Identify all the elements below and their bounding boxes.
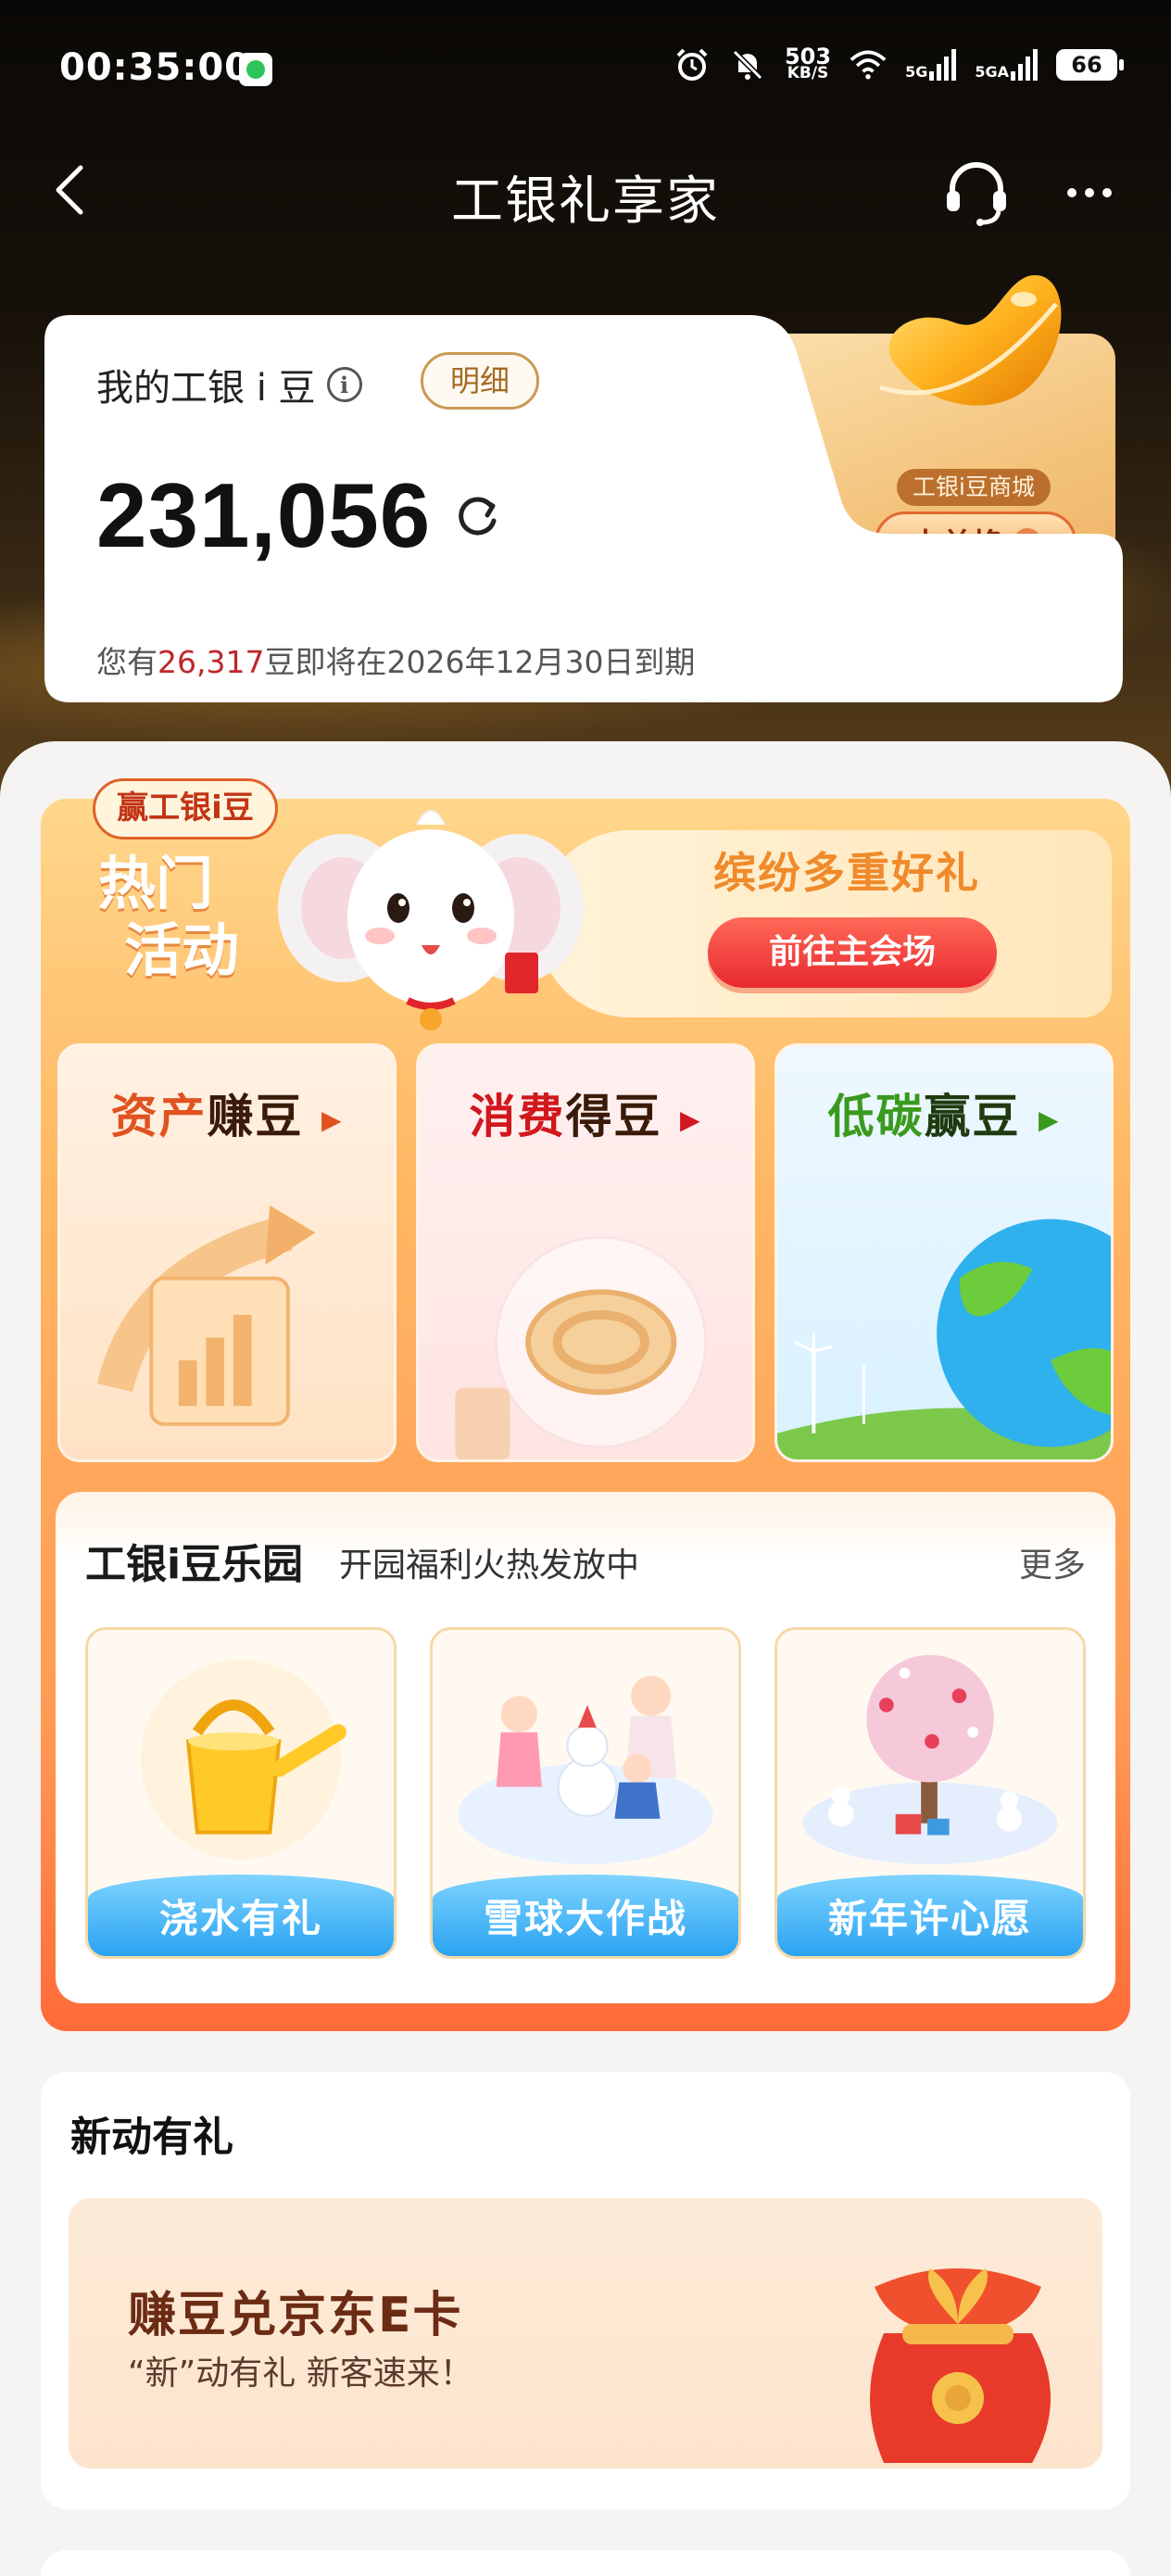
points-detail-button[interactable]: 明细: [421, 352, 539, 410]
elephant-mascot-icon: [278, 810, 584, 1030]
cat-lowcarbon-part2: 赢豆: [924, 1090, 1021, 1143]
lucky-bag-icon: [870, 2268, 1051, 2463]
signal-5ga-icon: 5GA: [975, 49, 1038, 81]
cat-asset-part1: 资产: [110, 1090, 208, 1143]
points-expire-notice: 您有26,317豆即将在2026年12月30日到期: [96, 638, 695, 682]
triangle-right-icon: ▶: [321, 1105, 344, 1135]
cat-asset-part2: 赚豆: [207, 1090, 304, 1143]
wish-tree-icon: [802, 1654, 1058, 1864]
main-venue-button[interactable]: 前往主会场: [708, 917, 997, 988]
app-notification-icon: [239, 53, 272, 86]
game-card-wish[interactable]: 新年许心愿: [774, 1627, 1086, 1959]
expire-suffix: 豆即将在2026年12月30日到期: [264, 644, 696, 680]
info-icon[interactable]: i: [326, 367, 362, 402]
signal-5g-icon: 5G: [905, 49, 957, 81]
earth-icon: [777, 1219, 1111, 1459]
game-label-watering: 浇水有礼: [88, 1875, 394, 1956]
hot-title-line2: 活动: [124, 916, 240, 984]
watering-can-icon: [140, 1659, 346, 1860]
headset-icon: [947, 162, 1006, 226]
status-bar: 00:35:00 503 KB/S 5G 5GA 66: [0, 0, 1171, 139]
cat-consume-part2: 得豆: [565, 1090, 662, 1143]
park-more-link[interactable]: 更多: [1019, 1538, 1086, 1586]
bean-park-section: 工银i豆乐园 开园福利火热发放中 更多 浇水有礼 雪球大作战 新年许心愿: [56, 1492, 1115, 2003]
newbie-section: 新动有礼 赚豆兑京东E卡 “新”动有礼 新客速来！: [41, 2072, 1130, 2509]
hot-event-title: 热门 活动: [98, 851, 239, 984]
points-balance: 231,056: [96, 464, 432, 566]
cat-lowcarbon-part1: 低碳: [827, 1090, 925, 1143]
asset-chart-icon: [96, 1205, 316, 1426]
newbie-banner-subtitle: “新”动有礼 新客速来！: [128, 2355, 473, 2393]
newbie-banner[interactable]: 赚豆兑京东E卡 “新”动有礼 新客速来！: [69, 2198, 1102, 2469]
expire-amount: 26,317: [157, 644, 265, 680]
category-card-consume[interactable]: 消费得豆 ▶: [416, 1043, 755, 1462]
category-card-lowcarbon[interactable]: 低碳赢豆 ▶: [774, 1043, 1114, 1462]
hot-event-badge: 赢工银i豆: [93, 778, 278, 840]
category-title-consume: 消费得豆 ▶: [419, 1080, 752, 1146]
status-time: 00:35:00: [59, 46, 251, 89]
triangle-right-icon: ▶: [679, 1105, 702, 1135]
points-title: 我的工银 i 豆 i: [96, 358, 362, 411]
cat-consume-part1: 消费: [469, 1090, 566, 1143]
customer-service-button[interactable]: [939, 156, 1014, 230]
nav-bar: 工银礼享家: [0, 139, 1171, 241]
game-card-watering[interactable]: 浇水有礼: [85, 1627, 397, 1959]
more-menu-button[interactable]: [1052, 156, 1127, 230]
game-card-snowball[interactable]: 雪球大作战: [430, 1627, 741, 1959]
expire-prefix: 您有: [96, 644, 157, 680]
category-card-asset[interactable]: 资产赚豆 ▶: [57, 1043, 397, 1462]
mute-icon: [729, 46, 766, 83]
alarm-icon: [674, 46, 711, 83]
snowman-kids-icon: [458, 1675, 713, 1864]
next-section-card: [41, 2550, 1130, 2576]
points-card: 我的工银 i 豆 i 明细 231,056 您有26,317豆即将在2026年1…: [44, 315, 1123, 702]
newbie-title: 新动有礼: [70, 2114, 233, 2161]
category-title-asset: 资产赚豆 ▶: [60, 1080, 394, 1146]
battery-icon: 66: [1056, 49, 1124, 81]
game-label-wish: 新年许心愿: [777, 1875, 1083, 1956]
points-title-text: 我的工银 i 豆: [96, 367, 316, 410]
coin-bubble-icon: [455, 1235, 708, 1459]
wifi-icon: [850, 46, 887, 83]
network-speed: 503 KB/S: [784, 44, 832, 82]
gift-title: 缤纷多重好礼: [713, 848, 980, 898]
park-subtitle: 开园福利火热发放中: [339, 1547, 640, 1585]
newbie-banner-title: 赚豆兑京东E卡: [128, 2288, 463, 2343]
triangle-right-icon: ▶: [1038, 1105, 1061, 1135]
refresh-icon[interactable]: [450, 489, 504, 543]
status-icons: 503 KB/S 5G 5GA 66: [674, 44, 1124, 83]
park-title: 工银i豆乐园: [85, 1541, 304, 1588]
game-label-snowball: 雪球大作战: [433, 1875, 738, 1956]
category-title-lowcarbon: 低碳赢豆 ▶: [777, 1080, 1111, 1146]
hot-title-line1: 热门: [98, 850, 214, 917]
